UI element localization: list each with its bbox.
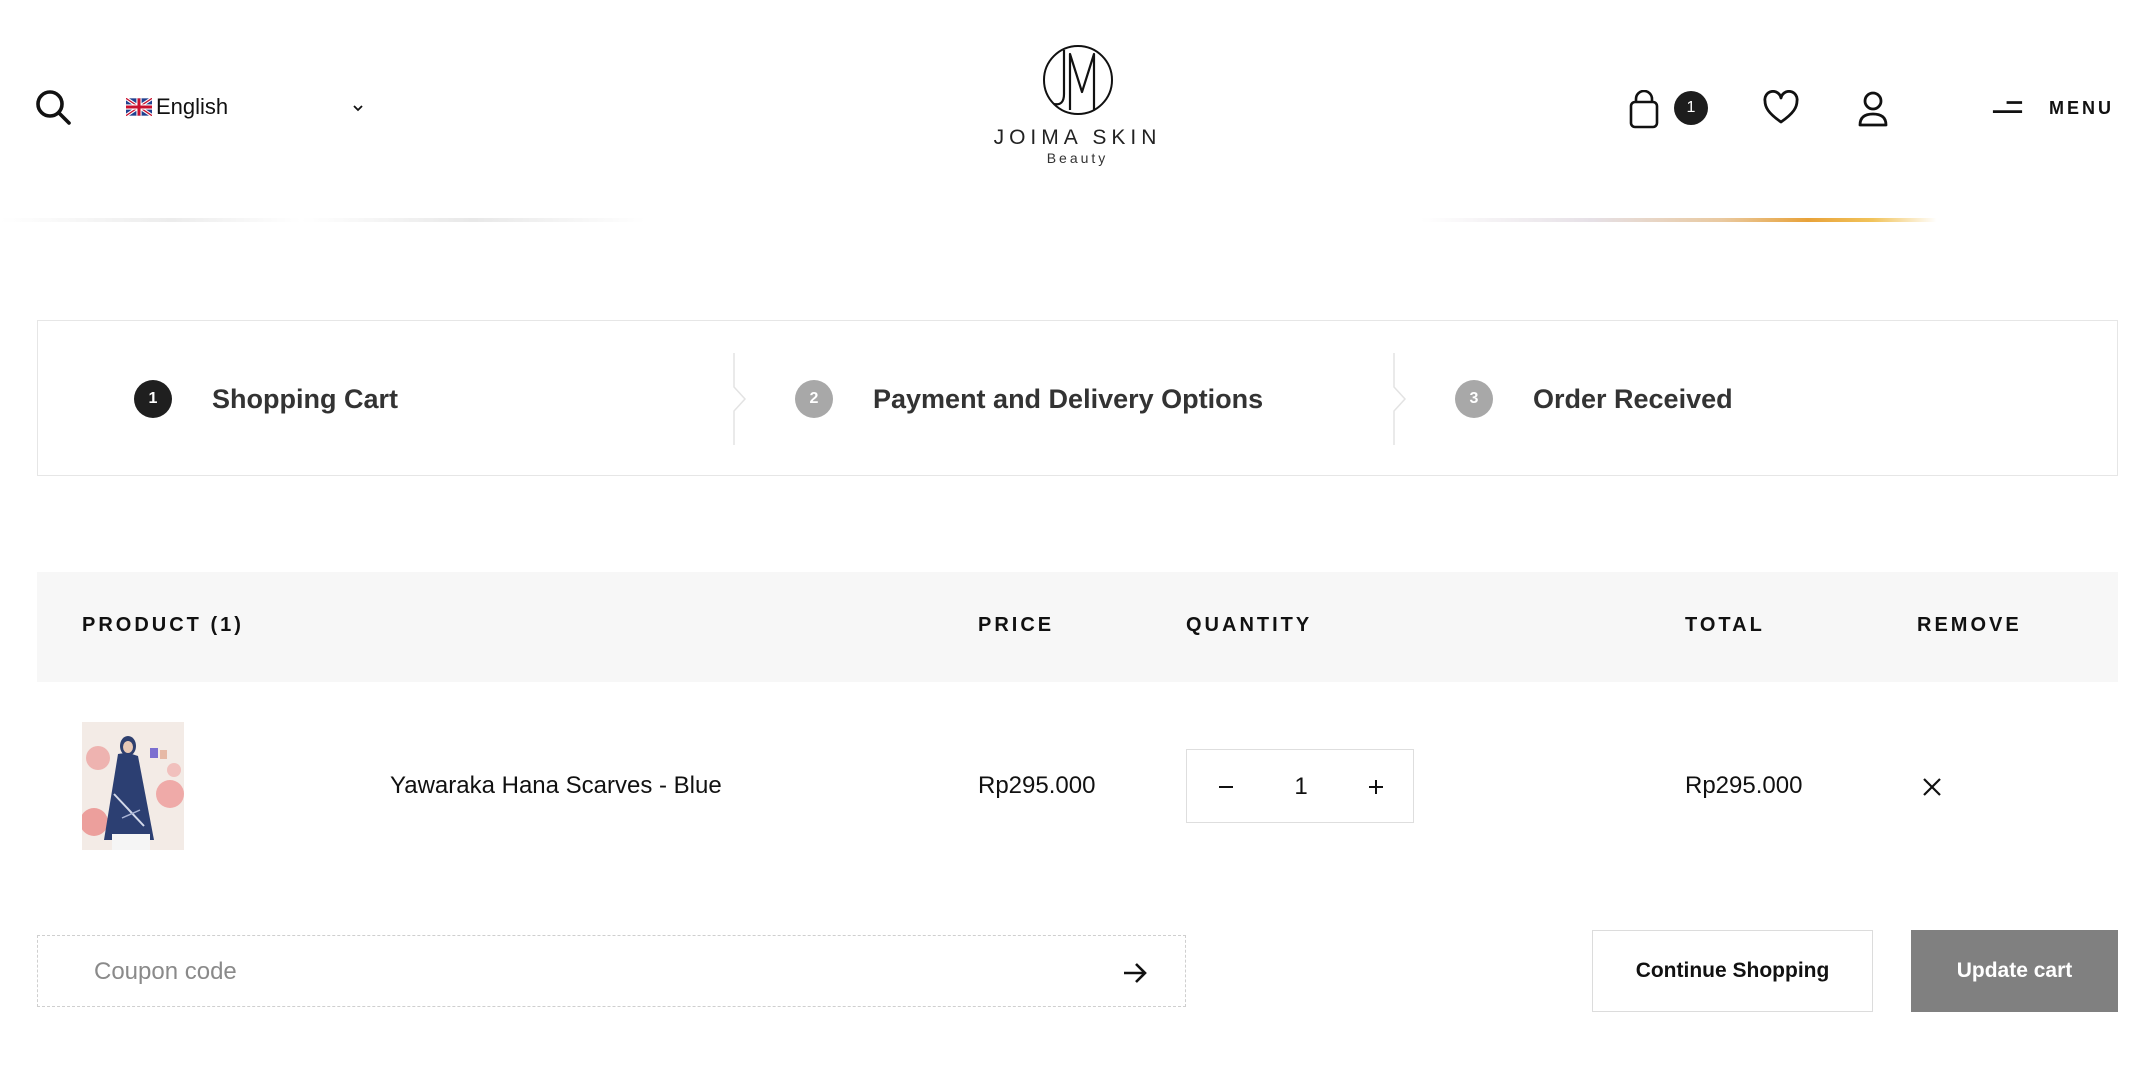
menu-button[interactable]: MENU [1992,94,2114,122]
hamburger-icon [1992,101,2023,114]
arrow-right-icon[interactable] [1120,958,1150,988]
step-divider [733,353,747,445]
brand-logo[interactable]: JOIMA SKIN Beauty [990,40,1165,170]
step-number: 2 [795,380,833,418]
column-quantity: QUANTITY [1186,614,1313,636]
column-price: PRICE [978,614,1055,636]
chevron-down-icon [350,100,366,116]
language-label: English [156,94,229,119]
language-selector[interactable]: English [125,92,363,122]
column-product: PRODUCT (1) [82,614,244,636]
column-remove: REMOVE [1917,614,2022,636]
cart-table-header: PRODUCT (1) PRICE QUANTITY TOTAL REMOVE [37,572,2118,682]
quantity-input[interactable] [1261,770,1341,804]
heart-icon[interactable] [1762,89,1800,126]
step-divider [1393,353,1407,445]
logo-monogram-icon [1042,45,1113,115]
step-number: 1 [134,380,172,418]
step-number: 3 [1455,380,1493,418]
plus-icon[interactable] [1361,772,1391,802]
uk-flag-icon [125,96,153,118]
step-payment-delivery[interactable]: 2 Payment and Delivery Options [795,321,1263,477]
column-total: TOTAL [1685,614,1765,636]
product-thumbnail[interactable] [82,722,184,850]
step-label: Order Received [1533,383,1733,414]
logo-name: JOIMA SKIN [993,126,1162,149]
quantity-stepper [1186,749,1414,823]
close-icon[interactable] [1919,774,1945,800]
minus-icon[interactable] [1211,772,1241,802]
user-icon[interactable] [1856,90,1890,128]
continue-shopping-button[interactable]: Continue Shopping [1592,930,1873,1012]
product-price: Rp295.000 [978,772,1096,799]
shopping-bag-icon[interactable] [1626,89,1662,130]
cart-item-row: Yawaraka Hana Scarves - Blue Rp295.000 R… [37,682,2118,892]
step-order-received[interactable]: 3 Order Received [1455,321,1733,477]
step-shopping-cart[interactable]: 1 Shopping Cart [134,321,398,477]
cart-count-badge[interactable]: 1 [1674,91,1708,125]
site-header: English JOIMA SKIN Beauty 1 MENU [0,0,2152,222]
step-label: Payment and Delivery Options [873,383,1264,414]
line-total: Rp295.000 [1685,772,1803,799]
menu-label: MENU [2049,97,2114,118]
update-cart-button[interactable]: Update cart [1911,930,2118,1012]
step-label: Shopping Cart [212,383,398,414]
coupon-code-input[interactable] [94,954,1074,990]
product-name[interactable]: Yawaraka Hana Scarves - Blue [390,772,722,800]
header-shadow [0,218,2152,222]
search-icon[interactable] [34,88,74,128]
logo-subtitle: Beauty [1046,150,1109,166]
checkout-steps: 1 Shopping Cart 2 Payment and Delivery O… [37,320,2118,476]
coupon-form [37,935,1186,1007]
